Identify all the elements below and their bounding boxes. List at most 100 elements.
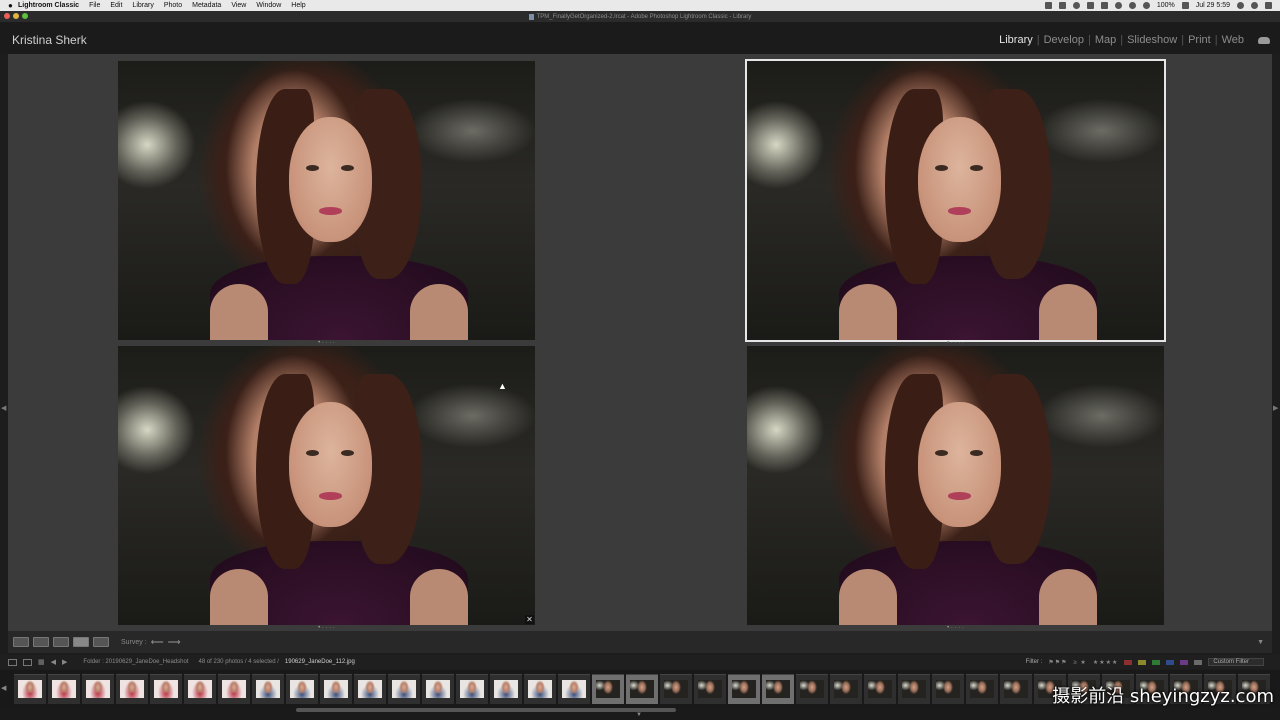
menu-library[interactable]: Library <box>132 2 153 9</box>
survey-photo-3[interactable]: ✕ <box>118 346 535 625</box>
menu-metadata[interactable]: Metadata <box>192 2 221 9</box>
next-photo-button[interactable]: ⟶ <box>168 637 181 648</box>
color-label-other[interactable] <box>1194 659 1203 665</box>
selected-filename[interactable]: 190629_JaneDoe_112.jpg <box>285 659 355 665</box>
filmstrip-thumbnail[interactable] <box>116 674 148 704</box>
menu-file[interactable]: File <box>89 2 100 9</box>
remove-from-survey-icon[interactable]: ✕ <box>525 615 534 624</box>
filmstrip-thumbnail[interactable] <box>1000 674 1032 704</box>
filmstrip-thumbnail[interactable] <box>932 674 964 704</box>
status-app-icon[interactable] <box>1058 2 1066 9</box>
filmstrip-thumbnail[interactable] <box>150 674 182 704</box>
filmstrip-left-arrow-icon[interactable]: ◀ <box>1 684 6 692</box>
module-web[interactable]: Web <box>1218 34 1248 46</box>
filmstrip-thumbnail[interactable] <box>456 674 488 704</box>
filmstrip-thumbnail[interactable] <box>898 674 930 704</box>
main-window-button[interactable] <box>23 658 32 666</box>
filmstrip-thumbnail[interactable] <box>762 674 794 704</box>
previous-photo-button[interactable]: ⟵ <box>151 637 164 648</box>
secondary-window-button[interactable] <box>8 658 17 666</box>
module-slideshow[interactable]: Slideshow <box>1123 34 1181 46</box>
filmstrip-thumbnail[interactable] <box>388 674 420 704</box>
status-app-icon[interactable] <box>1072 2 1080 9</box>
filmstrip-thumbnail[interactable] <box>626 674 658 704</box>
star-filter-icons[interactable]: ★★★★ <box>1093 659 1119 666</box>
status-app-icon[interactable] <box>1114 2 1122 9</box>
color-label-purple[interactable] <box>1180 659 1189 665</box>
filmstrip-thumbnail[interactable] <box>524 674 556 704</box>
filmstrip-thumbnail[interactable] <box>830 674 862 704</box>
left-panel-toggle-icon[interactable]: ◀ <box>1 404 7 412</box>
cloud-sync-icon[interactable] <box>1258 36 1270 44</box>
flag-filter-icon[interactable]: ⚑⚑⚑ <box>1048 659 1067 666</box>
color-label-yellow[interactable] <box>1138 659 1147 665</box>
filmstrip-thumbnail[interactable] <box>218 674 250 704</box>
survey-photo-4[interactable] <box>747 346 1164 625</box>
people-view-button[interactable] <box>93 637 109 647</box>
custom-filter-select[interactable]: Custom Filter <box>1208 658 1264 666</box>
back-arrow-icon[interactable]: ◀ <box>51 658 56 666</box>
star-rating-filter[interactable]: ≥ ★ <box>1073 659 1086 666</box>
filmstrip-thumbnail[interactable] <box>82 674 114 704</box>
loupe-view-button[interactable] <box>33 637 49 647</box>
filmstrip-thumbnail[interactable] <box>660 674 692 704</box>
filmstrip-thumbnail[interactable] <box>558 674 590 704</box>
apple-menu-icon[interactable]: ● <box>8 1 18 10</box>
menu-help[interactable]: Help <box>291 2 305 9</box>
module-library[interactable]: Library <box>995 34 1037 46</box>
filmstrip-thumbnail[interactable] <box>592 674 624 704</box>
color-label-red[interactable] <box>1124 659 1133 665</box>
color-label-green[interactable] <box>1152 659 1161 665</box>
filmstrip-thumbnail[interactable] <box>354 674 386 704</box>
close-window-button[interactable] <box>4 13 10 19</box>
toolbar-options-icon[interactable]: ▼ <box>1257 639 1264 646</box>
module-print[interactable]: Print <box>1184 34 1215 46</box>
survey-photo-1[interactable] <box>118 61 535 340</box>
menu-app-name[interactable]: Lightroom Classic <box>18 2 79 9</box>
survey-photo-2[interactable] <box>745 59 1166 342</box>
survey-view-button[interactable] <box>73 637 89 647</box>
filmstrip-thumbnail[interactable] <box>694 674 726 704</box>
filmstrip-source[interactable]: Folder : 20190629_JaneDoe_Headshot <box>83 659 188 665</box>
siri-icon[interactable] <box>1251 2 1258 9</box>
clock[interactable]: Jul 29 5:59 <box>1196 2 1230 9</box>
spotlight-icon[interactable] <box>1237 2 1244 9</box>
minimize-window-button[interactable] <box>13 13 19 19</box>
module-develop[interactable]: Develop <box>1040 34 1088 46</box>
filmstrip-thumbnail[interactable] <box>422 674 454 704</box>
notification-center-icon[interactable] <box>1265 2 1272 9</box>
filmstrip-thumbnail[interactable] <box>864 674 896 704</box>
filmstrip-thumbnail[interactable] <box>320 674 352 704</box>
filmstrip-scrollbar[interactable]: ▼ <box>0 708 1280 720</box>
module-map[interactable]: Map <box>1091 34 1120 46</box>
identity-plate[interactable]: Kristina Sherk <box>12 33 87 47</box>
filmstrip-thumbnail[interactable] <box>48 674 80 704</box>
filmstrip-scroll-thumb[interactable] <box>296 708 676 712</box>
filmstrip-thumbnail[interactable] <box>796 674 828 704</box>
bluetooth-icon[interactable] <box>1128 2 1136 9</box>
menu-view[interactable]: View <box>231 2 246 9</box>
zoom-window-button[interactable] <box>22 13 28 19</box>
grid-view-button[interactable] <box>13 637 29 647</box>
filmstrip-thumbnail[interactable] <box>490 674 522 704</box>
filmstrip-thumbnail[interactable] <box>728 674 760 704</box>
status-app-icon[interactable] <box>1100 2 1108 9</box>
filmstrip-thumbnail[interactable] <box>252 674 284 704</box>
right-panel-toggle-icon[interactable]: ▶ <box>1273 404 1279 412</box>
wifi-icon[interactable] <box>1142 2 1150 9</box>
bottom-panel-toggle-icon[interactable]: ▼ <box>636 712 642 718</box>
menu-photo[interactable]: Photo <box>164 2 182 9</box>
status-app-icon[interactable] <box>1044 2 1052 9</box>
menu-edit[interactable]: Edit <box>110 2 122 9</box>
filmstrip-thumbnail[interactable] <box>966 674 998 704</box>
filmstrip-thumbnail[interactable] <box>14 674 46 704</box>
compare-view-button[interactable] <box>53 637 69 647</box>
forward-arrow-icon[interactable]: ▶ <box>62 658 67 666</box>
filmstrip-thumbnail[interactable] <box>184 674 216 704</box>
status-app-icon[interactable] <box>1086 2 1094 9</box>
filmstrip-thumbnail[interactable] <box>286 674 318 704</box>
battery-percent[interactable]: 100% <box>1157 2 1175 9</box>
color-label-blue[interactable] <box>1166 659 1175 665</box>
grid-icon[interactable]: ▦ <box>38 658 45 666</box>
menu-window[interactable]: Window <box>256 2 281 9</box>
